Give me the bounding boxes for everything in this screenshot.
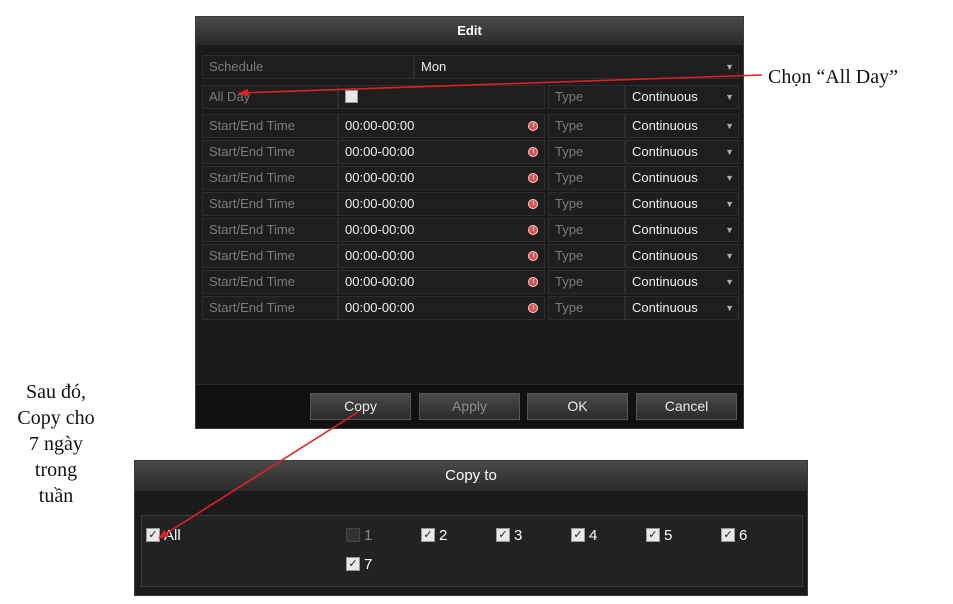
arrow-copy-to-all <box>158 411 359 539</box>
arrow-to-all-day <box>238 74 763 97</box>
annotation-arrows <box>158 74 763 539</box>
